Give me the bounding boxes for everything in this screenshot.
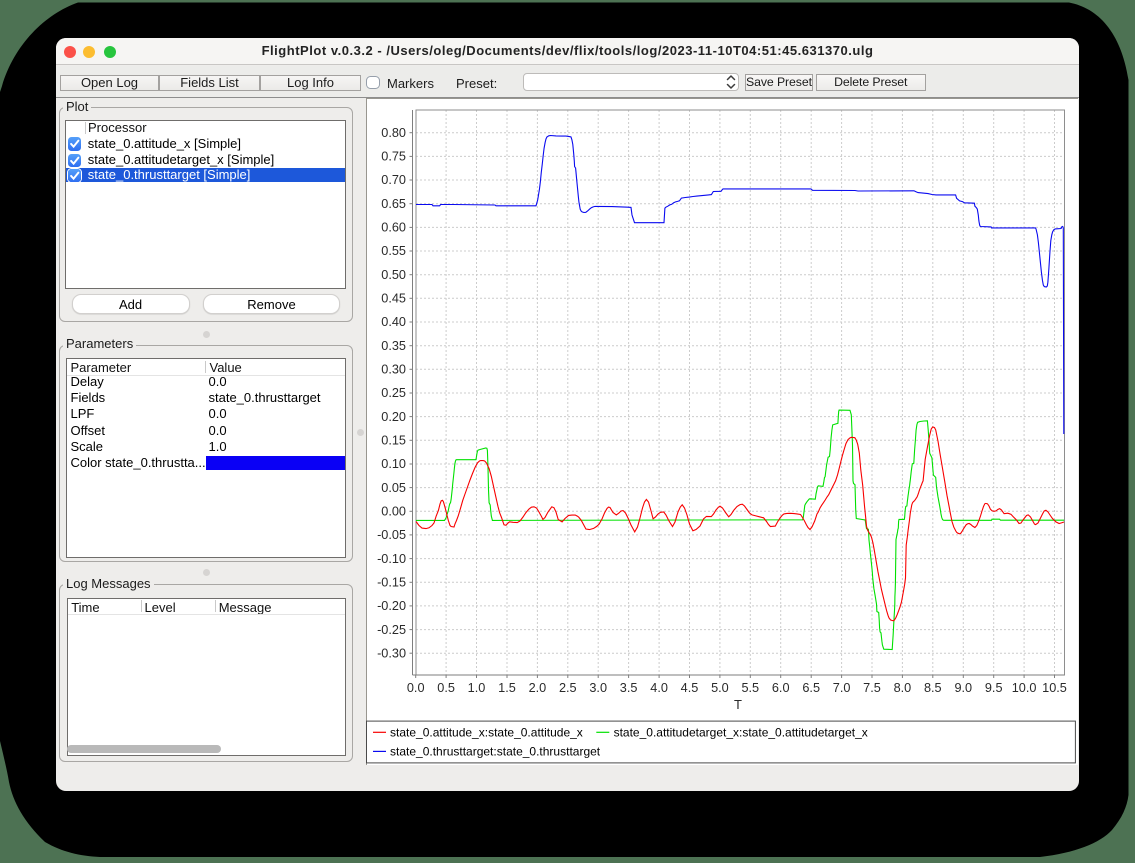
svg-text:0.75: 0.75	[381, 150, 406, 164]
svg-text:0.05: 0.05	[381, 481, 406, 495]
svg-text:5.0: 5.0	[711, 681, 729, 695]
svg-text:7.0: 7.0	[833, 681, 851, 695]
svg-text:6.5: 6.5	[802, 681, 820, 695]
svg-text:4.5: 4.5	[681, 681, 699, 695]
svg-text:4.0: 4.0	[650, 681, 668, 695]
svg-text:-0.10: -0.10	[377, 552, 406, 566]
svg-text:0.50: 0.50	[381, 268, 406, 282]
svg-text:0.5: 0.5	[437, 681, 455, 695]
svg-text:0.20: 0.20	[381, 410, 406, 424]
svg-text:0.40: 0.40	[381, 315, 406, 329]
svg-text:1.0: 1.0	[468, 681, 486, 695]
svg-text:0.65: 0.65	[381, 197, 406, 211]
svg-text:state_0.attitude_x:state_0.att: state_0.attitude_x:state_0.attitude_x	[390, 726, 583, 740]
svg-text:3.5: 3.5	[620, 681, 638, 695]
svg-text:9.5: 9.5	[985, 681, 1003, 695]
svg-text:0.30: 0.30	[381, 363, 406, 377]
svg-text:0.00: 0.00	[381, 505, 406, 519]
svg-text:3.0: 3.0	[589, 681, 607, 695]
svg-text:7.5: 7.5	[863, 681, 881, 695]
svg-text:6.0: 6.0	[772, 681, 790, 695]
svg-text:-0.30: -0.30	[377, 646, 406, 660]
svg-text:10.5: 10.5	[1042, 681, 1067, 695]
svg-text:0.35: 0.35	[381, 339, 406, 353]
svg-text:-0.05: -0.05	[377, 528, 406, 542]
svg-text:2.0: 2.0	[529, 681, 547, 695]
svg-text:8.0: 8.0	[894, 681, 912, 695]
svg-text:5.5: 5.5	[741, 681, 759, 695]
svg-text:0.70: 0.70	[381, 173, 406, 187]
svg-text:0.0: 0.0	[407, 681, 425, 695]
svg-text:0.60: 0.60	[381, 221, 406, 235]
svg-text:0.45: 0.45	[381, 292, 406, 306]
svg-text:state_0.attitudetarget_x:state: state_0.attitudetarget_x:state_0.attitud…	[614, 726, 868, 740]
svg-text:8.5: 8.5	[924, 681, 942, 695]
svg-text:0.10: 0.10	[381, 457, 406, 471]
svg-text:0.55: 0.55	[381, 244, 406, 258]
svg-text:-0.25: -0.25	[377, 623, 406, 637]
svg-text:-0.20: -0.20	[377, 599, 406, 613]
svg-text:2.5: 2.5	[559, 681, 577, 695]
svg-text:0.15: 0.15	[381, 434, 406, 448]
svg-text:state_0.thrusttarget:state_0.t: state_0.thrusttarget:state_0.thrusttarge…	[390, 745, 601, 759]
svg-text:-0.15: -0.15	[377, 576, 406, 590]
svg-text:1.5: 1.5	[498, 681, 516, 695]
svg-text:T: T	[734, 697, 742, 712]
svg-text:0.25: 0.25	[381, 386, 406, 400]
svg-text:10.0: 10.0	[1012, 681, 1037, 695]
svg-text:0.80: 0.80	[381, 126, 406, 140]
svg-text:9.0: 9.0	[954, 681, 972, 695]
